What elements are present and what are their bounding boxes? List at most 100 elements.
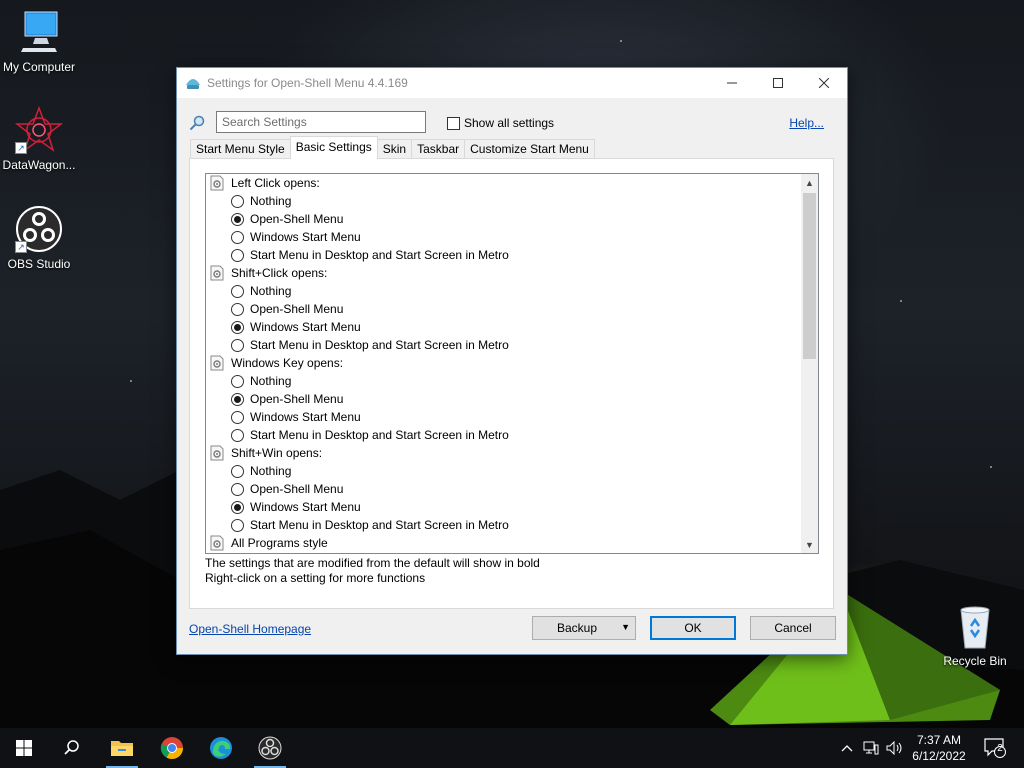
tab-strip: Start Menu Style Basic Settings Skin Tas… bbox=[190, 136, 595, 159]
help-link[interactable]: Help... bbox=[789, 116, 824, 130]
obs-icon: ↗ bbox=[15, 205, 63, 253]
radio-button[interactable] bbox=[231, 302, 244, 316]
radio-option-label: Start Menu in Desktop and Start Screen i… bbox=[250, 248, 509, 262]
radio-button[interactable] bbox=[231, 410, 244, 424]
tab-basic-settings[interactable]: Basic Settings bbox=[289, 136, 378, 159]
radio-button[interactable] bbox=[231, 284, 244, 298]
taskbar: 7:37 AM 6/12/2022 2 bbox=[0, 728, 1024, 768]
radio-button[interactable] bbox=[231, 374, 244, 388]
radio-option[interactable]: Nothing bbox=[206, 372, 801, 390]
settings-dialog: Settings for Open-Shell Menu 4.4.169 Sho… bbox=[176, 67, 848, 655]
recycle-bin-icon bbox=[951, 602, 999, 650]
radio-option[interactable]: Open-Shell Menu bbox=[206, 480, 801, 498]
desktop-icon-obs-studio[interactable]: ↗ OBS Studio bbox=[0, 205, 78, 271]
setting-group[interactable]: Shift+Click opens: bbox=[206, 264, 801, 282]
radio-option[interactable]: Open-Shell Menu bbox=[206, 300, 801, 318]
radio-option[interactable]: Start Menu in Desktop and Start Screen i… bbox=[206, 516, 801, 534]
title-bar[interactable]: Settings for Open-Shell Menu 4.4.169 bbox=[177, 68, 847, 98]
close-button[interactable] bbox=[801, 68, 847, 98]
taskbar-chrome[interactable] bbox=[148, 728, 196, 768]
radio-button[interactable] bbox=[231, 230, 244, 244]
radio-button-selected[interactable] bbox=[231, 320, 244, 334]
scroll-up-button[interactable]: ▲ bbox=[801, 174, 818, 191]
backup-button[interactable]: Backup ▼ bbox=[532, 616, 636, 640]
radio-button[interactable] bbox=[231, 194, 244, 208]
radio-button-selected[interactable] bbox=[231, 392, 244, 406]
radio-button-selected[interactable] bbox=[231, 212, 244, 226]
tab-taskbar[interactable]: Taskbar bbox=[411, 139, 466, 159]
radio-option[interactable]: Open-Shell Menu bbox=[206, 390, 801, 408]
cancel-button[interactable]: Cancel bbox=[750, 616, 836, 640]
radio-option-label: Open-Shell Menu bbox=[250, 212, 344, 226]
tab-start-menu-style[interactable]: Start Menu Style bbox=[190, 139, 291, 159]
radio-button[interactable] bbox=[231, 482, 244, 496]
radio-option-label: Open-Shell Menu bbox=[250, 302, 344, 316]
radio-button-selected[interactable] bbox=[231, 500, 244, 514]
taskbar-clock[interactable]: 7:37 AM 6/12/2022 bbox=[906, 732, 972, 764]
setting-group[interactable]: Shift+Win opens: bbox=[206, 444, 801, 462]
obs-icon bbox=[258, 736, 282, 760]
network-status-button[interactable] bbox=[860, 728, 882, 768]
radio-option[interactable]: Nothing bbox=[206, 282, 801, 300]
action-center-button[interactable]: 2 bbox=[978, 728, 1012, 768]
radio-option-label: Nothing bbox=[250, 284, 292, 298]
start-button[interactable] bbox=[0, 728, 48, 768]
datawagon-icon: ↗ bbox=[14, 105, 64, 154]
tab-customize-start-menu[interactable]: Customize Start Menu bbox=[464, 139, 595, 159]
taskbar-search-button[interactable] bbox=[48, 728, 96, 768]
radio-button[interactable] bbox=[231, 518, 244, 532]
settings-list: Left Click opens: Nothing Open-Shell Menu W… bbox=[206, 174, 801, 552]
setting-group-label: Left Click opens: bbox=[231, 176, 320, 190]
setting-group[interactable]: All Programs style bbox=[206, 534, 801, 552]
computer-icon bbox=[15, 8, 63, 56]
radio-option[interactable]: Windows Start Menu bbox=[206, 408, 801, 426]
scroll-down-button[interactable]: ▼ bbox=[801, 536, 818, 553]
radio-button[interactable] bbox=[231, 464, 244, 478]
vertical-scrollbar[interactable]: ▲ ▼ bbox=[801, 174, 818, 553]
clock-date: 6/12/2022 bbox=[912, 749, 966, 763]
taskbar-edge[interactable] bbox=[197, 728, 245, 768]
search-settings-input[interactable] bbox=[216, 111, 426, 133]
maximize-icon bbox=[773, 78, 783, 88]
radio-option-label: Open-Shell Menu bbox=[250, 392, 344, 406]
radio-option[interactable]: Start Menu in Desktop and Start Screen i… bbox=[206, 336, 801, 354]
desktop-icon-recycle-bin[interactable]: Recycle Bin bbox=[936, 602, 1014, 668]
setting-group-label: Windows Key opens: bbox=[231, 356, 344, 370]
radio-option[interactable]: Nothing bbox=[206, 462, 801, 480]
setting-group-label: All Programs style bbox=[231, 536, 328, 550]
taskbar-file-explorer[interactable] bbox=[98, 728, 146, 768]
setting-group[interactable]: Windows Key opens: bbox=[206, 354, 801, 372]
open-shell-homepage-link[interactable]: Open-Shell Homepage bbox=[189, 622, 311, 636]
chrome-icon bbox=[160, 737, 183, 759]
show-all-settings-checkbox[interactable]: Show all settings bbox=[447, 116, 554, 130]
notification-count: 2 bbox=[997, 743, 1003, 754]
ok-button[interactable]: OK bbox=[650, 616, 736, 640]
radio-option[interactable]: Windows Start Menu bbox=[206, 228, 801, 246]
radio-option[interactable]: Open-Shell Menu bbox=[206, 210, 801, 228]
search-icon bbox=[189, 115, 205, 131]
radio-option[interactable]: Nothing bbox=[206, 192, 801, 210]
radio-option[interactable]: Windows Start Menu bbox=[206, 318, 801, 336]
radio-option[interactable]: Windows Start Menu bbox=[206, 498, 801, 516]
settings-tree[interactable]: Left Click opens: Nothing Open-Shell Menu W… bbox=[205, 173, 819, 554]
scroll-thumb[interactable] bbox=[803, 193, 816, 359]
radio-option[interactable]: Start Menu in Desktop and Start Screen i… bbox=[206, 426, 801, 444]
show-hidden-icons-button[interactable] bbox=[836, 728, 858, 768]
radio-button[interactable] bbox=[231, 248, 244, 262]
radio-option[interactable]: Start Menu in Desktop and Start Screen i… bbox=[206, 246, 801, 264]
minimize-button[interactable] bbox=[709, 68, 755, 98]
star bbox=[990, 466, 992, 468]
checkbox-box[interactable] bbox=[447, 116, 460, 130]
desktop-icon-my-computer[interactable]: My Computer bbox=[0, 8, 78, 74]
radio-button[interactable] bbox=[231, 428, 244, 442]
maximize-button[interactable] bbox=[755, 68, 801, 98]
tab-skin[interactable]: Skin bbox=[376, 139, 413, 159]
backup-button-label: Backup bbox=[556, 621, 598, 635]
taskbar-obs-studio[interactable] bbox=[246, 728, 294, 768]
hint-text: The settings that are modified from the … bbox=[205, 556, 540, 586]
search-icon bbox=[64, 740, 79, 755]
volume-button[interactable] bbox=[884, 728, 906, 768]
radio-button[interactable] bbox=[231, 338, 244, 352]
desktop-icon-datawagon[interactable]: ↗ DataWagon... bbox=[0, 105, 78, 172]
setting-group[interactable]: Left Click opens: bbox=[206, 174, 801, 192]
